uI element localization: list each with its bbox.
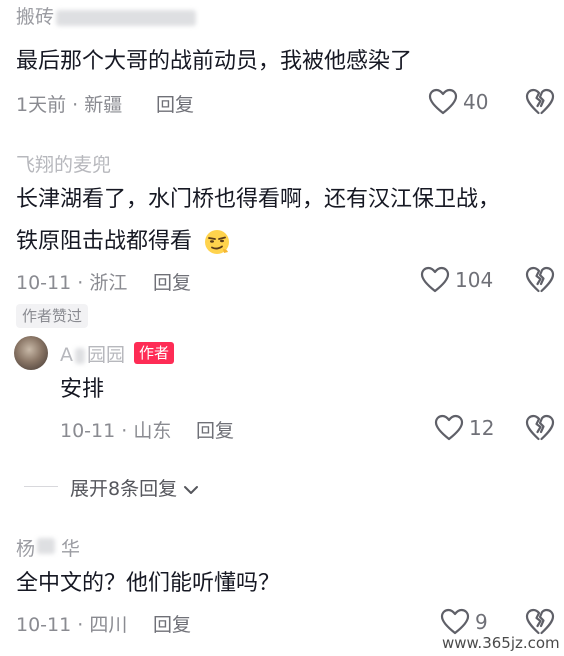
expand-divider [24, 486, 58, 487]
comment-1-text: 最后那个大哥的战前动员，我被他感染了 [16, 49, 413, 74]
comment-2-reply-button[interactable]: 回复 [153, 268, 191, 295]
comment-2-location: 浙江 [89, 272, 128, 294]
comment-3-meta: 10-11 · 四川 [16, 614, 128, 636]
comment-2-text-line1: 长津湖看了，水门桥也得看啊，还有汉江保卫战， [16, 187, 501, 212]
broken-heart-icon[interactable] [525, 608, 555, 636]
heart-outline-icon[interactable] [420, 266, 450, 294]
broken-heart-icon[interactable] [525, 414, 555, 442]
author-tag: 作者 [134, 342, 175, 364]
heart-outline-icon[interactable] [440, 608, 470, 636]
author-reply-text: 安排 [60, 377, 105, 402]
author-reply-reply-button[interactable]: 回复 [196, 416, 234, 443]
comment-1-meta: 1天前 · 新疆 [16, 94, 123, 116]
heart-outline-icon[interactable] [428, 88, 458, 116]
smirk-emoji-icon [201, 227, 233, 257]
broken-heart-icon[interactable] [525, 266, 555, 294]
comment-2-meta: 10-11 · 浙江 [16, 272, 128, 294]
comment-1-location: 新疆 [84, 94, 123, 116]
comment-1-like-count: 40 [463, 90, 489, 114]
avatar[interactable] [14, 336, 48, 370]
username-redaction [37, 538, 55, 554]
author-reply-username[interactable]: A 园园 [60, 340, 125, 367]
comment-2-date: 10-11 [16, 272, 72, 294]
author-reply-location: 山东 [133, 420, 172, 442]
comment-2-username[interactable]: 飞翔的麦兜 [16, 150, 111, 177]
watermark: www.365jz.com [442, 634, 560, 652]
expand-replies-button[interactable]: 展开8条回复 [70, 474, 199, 501]
author-reply-like-count: 12 [469, 416, 495, 440]
comment-3-username[interactable]: 杨华 [16, 534, 106, 561]
comment-1-username[interactable]: 搬砖 [16, 2, 197, 29]
author-reply-date: 10-11 [60, 420, 116, 442]
comment-2-text-line2: 铁原阻击战都得看 [16, 222, 233, 262]
comment-3-text: 全中文的？他们能听懂吗？ [16, 571, 281, 596]
comment-3-like-count: 9 [475, 610, 488, 634]
comment-1-date: 1天前 [16, 94, 67, 116]
liked-by-author-badge: 作者赞过 [16, 304, 89, 328]
username-redaction [75, 347, 85, 364]
comment-3-date: 10-11 [16, 614, 72, 636]
author-reply-meta: 10-11 · 山东 [60, 420, 172, 442]
chevron-down-icon [183, 484, 199, 496]
comment-3-reply-button[interactable]: 回复 [153, 610, 191, 637]
heart-outline-icon[interactable] [434, 414, 464, 442]
broken-heart-icon[interactable] [525, 88, 555, 116]
comment-1-reply-button[interactable]: 回复 [156, 90, 194, 117]
username-redaction [56, 9, 197, 26]
comment-3-location: 四川 [89, 614, 128, 636]
comment-2-like-count: 104 [455, 268, 494, 292]
